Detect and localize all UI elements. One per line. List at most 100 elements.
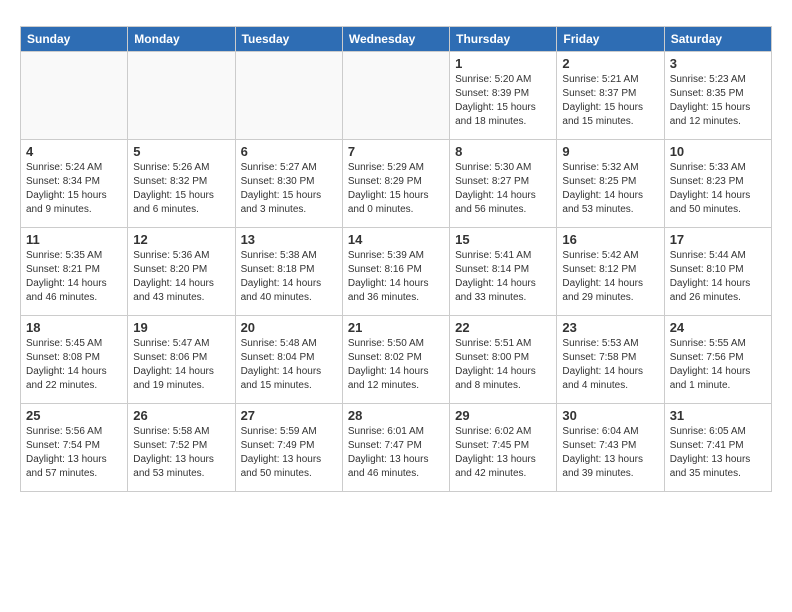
page: General Blue SundayMondayTuesdayWednesda… bbox=[0, 0, 792, 508]
day-number: 25 bbox=[26, 408, 122, 423]
calendar-cell: 1Sunrise: 5:20 AM Sunset: 8:39 PM Daylig… bbox=[450, 52, 557, 140]
weekday-header-thursday: Thursday bbox=[450, 27, 557, 52]
day-number: 21 bbox=[348, 320, 444, 335]
calendar-cell bbox=[342, 52, 449, 140]
day-info: Sunrise: 5:55 AM Sunset: 7:56 PM Dayligh… bbox=[670, 337, 766, 393]
day-info: Sunrise: 5:33 AM Sunset: 8:23 PM Dayligh… bbox=[670, 161, 766, 217]
day-info: Sunrise: 5:26 AM Sunset: 8:32 PM Dayligh… bbox=[133, 161, 229, 217]
calendar-cell: 11Sunrise: 5:35 AM Sunset: 8:21 PM Dayli… bbox=[21, 228, 128, 316]
calendar-cell: 18 Sunrise: 5:45 AM Sunset: 8:08 PM Dayli… bbox=[21, 316, 128, 404]
day-number: 4 bbox=[26, 144, 122, 159]
calendar-cell: 29Sunrise: 6:02 AM Sunset: 7:45 PM Dayli… bbox=[450, 404, 557, 492]
day-number: 10 bbox=[670, 144, 766, 159]
calendar-cell bbox=[235, 52, 342, 140]
calendar-cell bbox=[128, 52, 235, 140]
day-number: 19 bbox=[133, 320, 229, 335]
day-info: Sunrise: 5:53 AM Sunset: 7:58 PM Dayligh… bbox=[562, 337, 658, 393]
calendar-table: SundayMondayTuesdayWednesdayThursdayFrid… bbox=[20, 26, 772, 492]
day-number: 2 bbox=[562, 56, 658, 71]
weekday-header-tuesday: Tuesday bbox=[235, 27, 342, 52]
day-number: 1 bbox=[455, 56, 551, 71]
day-info: Sunrise: 5:41 AM Sunset: 8:14 PM Dayligh… bbox=[455, 249, 551, 305]
calendar-cell: 24Sunrise: 5:55 AM Sunset: 7:56 PM Dayli… bbox=[664, 316, 771, 404]
calendar-cell: 21 Sunrise: 5:50 AM Sunset: 8:02 PM Dayli… bbox=[342, 316, 449, 404]
week-row-5: 25 Sunrise: 5:56 AM Sunset: 7:54 PM Dayli… bbox=[21, 404, 772, 492]
weekday-header-row: SundayMondayTuesdayWednesdayThursdayFrid… bbox=[21, 27, 772, 52]
day-info: Sunrise: 5:21 AM Sunset: 8:37 PM Dayligh… bbox=[562, 73, 658, 129]
calendar-cell: 7 Sunrise: 5:29 AM Sunset: 8:29 PM Daylig… bbox=[342, 140, 449, 228]
weekday-header-sunday: Sunday bbox=[21, 27, 128, 52]
day-info: Sunrise: 6:05 AM Sunset: 7:41 PM Dayligh… bbox=[670, 425, 766, 481]
day-number: 26 bbox=[133, 408, 229, 423]
calendar-cell: 9 Sunrise: 5:32 AM Sunset: 8:25 PM Daylig… bbox=[557, 140, 664, 228]
calendar-cell: 25 Sunrise: 5:56 AM Sunset: 7:54 PM Dayli… bbox=[21, 404, 128, 492]
day-number: 3 bbox=[670, 56, 766, 71]
day-number: 29 bbox=[455, 408, 551, 423]
day-number: 9 bbox=[562, 144, 658, 159]
day-info: Sunrise: 6:01 AM Sunset: 7:47 PM Dayligh… bbox=[348, 425, 444, 481]
day-info: Sunrise: 5:36 AM Sunset: 8:20 PM Dayligh… bbox=[133, 249, 229, 305]
calendar-cell: 27 Sunrise: 5:59 AM Sunset: 7:49 PM Dayli… bbox=[235, 404, 342, 492]
week-row-2: 4 Sunrise: 5:24 AM Sunset: 8:34 PM Daylig… bbox=[21, 140, 772, 228]
calendar-cell: 2 Sunrise: 5:21 AM Sunset: 8:37 PM Daylig… bbox=[557, 52, 664, 140]
day-number: 17 bbox=[670, 232, 766, 247]
week-row-1: 1Sunrise: 5:20 AM Sunset: 8:39 PM Daylig… bbox=[21, 52, 772, 140]
weekday-header-wednesday: Wednesday bbox=[342, 27, 449, 52]
day-info: Sunrise: 5:48 AM Sunset: 8:04 PM Dayligh… bbox=[241, 337, 337, 393]
calendar-cell: 10 Sunrise: 5:33 AM Sunset: 8:23 PM Dayli… bbox=[664, 140, 771, 228]
calendar-cell: 28 Sunrise: 6:01 AM Sunset: 7:47 PM Dayli… bbox=[342, 404, 449, 492]
calendar-cell: 26 Sunrise: 5:58 AM Sunset: 7:52 PM Dayli… bbox=[128, 404, 235, 492]
day-info: Sunrise: 5:24 AM Sunset: 8:34 PM Dayligh… bbox=[26, 161, 122, 217]
day-number: 16 bbox=[562, 232, 658, 247]
week-row-4: 18 Sunrise: 5:45 AM Sunset: 8:08 PM Dayli… bbox=[21, 316, 772, 404]
day-info: Sunrise: 5:29 AM Sunset: 8:29 PM Dayligh… bbox=[348, 161, 444, 217]
calendar-cell: 17 Sunrise: 5:44 AM Sunset: 8:10 PM Dayli… bbox=[664, 228, 771, 316]
day-number: 12 bbox=[133, 232, 229, 247]
day-number: 18 bbox=[26, 320, 122, 335]
week-row-3: 11Sunrise: 5:35 AM Sunset: 8:21 PM Dayli… bbox=[21, 228, 772, 316]
day-number: 15 bbox=[455, 232, 551, 247]
day-number: 23 bbox=[562, 320, 658, 335]
day-info: Sunrise: 5:32 AM Sunset: 8:25 PM Dayligh… bbox=[562, 161, 658, 217]
day-info: Sunrise: 5:30 AM Sunset: 8:27 PM Dayligh… bbox=[455, 161, 551, 217]
calendar-cell: 6Sunrise: 5:27 AM Sunset: 8:30 PM Daylig… bbox=[235, 140, 342, 228]
day-info: Sunrise: 5:51 AM Sunset: 8:00 PM Dayligh… bbox=[455, 337, 551, 393]
day-number: 14 bbox=[348, 232, 444, 247]
day-info: Sunrise: 5:47 AM Sunset: 8:06 PM Dayligh… bbox=[133, 337, 229, 393]
day-info: Sunrise: 5:56 AM Sunset: 7:54 PM Dayligh… bbox=[26, 425, 122, 481]
day-info: Sunrise: 5:35 AM Sunset: 8:21 PM Dayligh… bbox=[26, 249, 122, 305]
day-info: Sunrise: 5:59 AM Sunset: 7:49 PM Dayligh… bbox=[241, 425, 337, 481]
weekday-header-friday: Friday bbox=[557, 27, 664, 52]
day-number: 5 bbox=[133, 144, 229, 159]
day-info: Sunrise: 5:58 AM Sunset: 7:52 PM Dayligh… bbox=[133, 425, 229, 481]
calendar-cell: 31 Sunrise: 6:05 AM Sunset: 7:41 PM Dayli… bbox=[664, 404, 771, 492]
calendar-cell: 30 Sunrise: 6:04 AM Sunset: 7:43 PM Dayli… bbox=[557, 404, 664, 492]
day-info: Sunrise: 6:04 AM Sunset: 7:43 PM Dayligh… bbox=[562, 425, 658, 481]
day-number: 28 bbox=[348, 408, 444, 423]
day-info: Sunrise: 5:38 AM Sunset: 8:18 PM Dayligh… bbox=[241, 249, 337, 305]
day-number: 13 bbox=[241, 232, 337, 247]
day-number: 8 bbox=[455, 144, 551, 159]
calendar-cell: 5 Sunrise: 5:26 AM Sunset: 8:32 PM Daylig… bbox=[128, 140, 235, 228]
calendar-cell: 13 Sunrise: 5:38 AM Sunset: 8:18 PM Dayli… bbox=[235, 228, 342, 316]
calendar-cell: 23 Sunrise: 5:53 AM Sunset: 7:58 PM Dayli… bbox=[557, 316, 664, 404]
day-info: Sunrise: 5:50 AM Sunset: 8:02 PM Dayligh… bbox=[348, 337, 444, 393]
weekday-header-monday: Monday bbox=[128, 27, 235, 52]
day-info: Sunrise: 5:39 AM Sunset: 8:16 PM Dayligh… bbox=[348, 249, 444, 305]
day-number: 27 bbox=[241, 408, 337, 423]
day-number: 30 bbox=[562, 408, 658, 423]
calendar-cell: 16Sunrise: 5:42 AM Sunset: 8:12 PM Dayli… bbox=[557, 228, 664, 316]
calendar-cell: 22 Sunrise: 5:51 AM Sunset: 8:00 PM Dayli… bbox=[450, 316, 557, 404]
day-info: Sunrise: 5:44 AM Sunset: 8:10 PM Dayligh… bbox=[670, 249, 766, 305]
calendar-cell: 14 Sunrise: 5:39 AM Sunset: 8:16 PM Dayli… bbox=[342, 228, 449, 316]
calendar-cell: 4 Sunrise: 5:24 AM Sunset: 8:34 PM Daylig… bbox=[21, 140, 128, 228]
day-info: Sunrise: 5:23 AM Sunset: 8:35 PM Dayligh… bbox=[670, 73, 766, 129]
weekday-header-saturday: Saturday bbox=[664, 27, 771, 52]
day-info: Sunrise: 5:45 AM Sunset: 8:08 PM Dayligh… bbox=[26, 337, 122, 393]
day-number: 7 bbox=[348, 144, 444, 159]
day-number: 22 bbox=[455, 320, 551, 335]
calendar-cell: 3 Sunrise: 5:23 AM Sunset: 8:35 PM Daylig… bbox=[664, 52, 771, 140]
calendar-cell: 19 Sunrise: 5:47 AM Sunset: 8:06 PM Dayli… bbox=[128, 316, 235, 404]
day-number: 31 bbox=[670, 408, 766, 423]
day-info: Sunrise: 5:27 AM Sunset: 8:30 PM Dayligh… bbox=[241, 161, 337, 217]
